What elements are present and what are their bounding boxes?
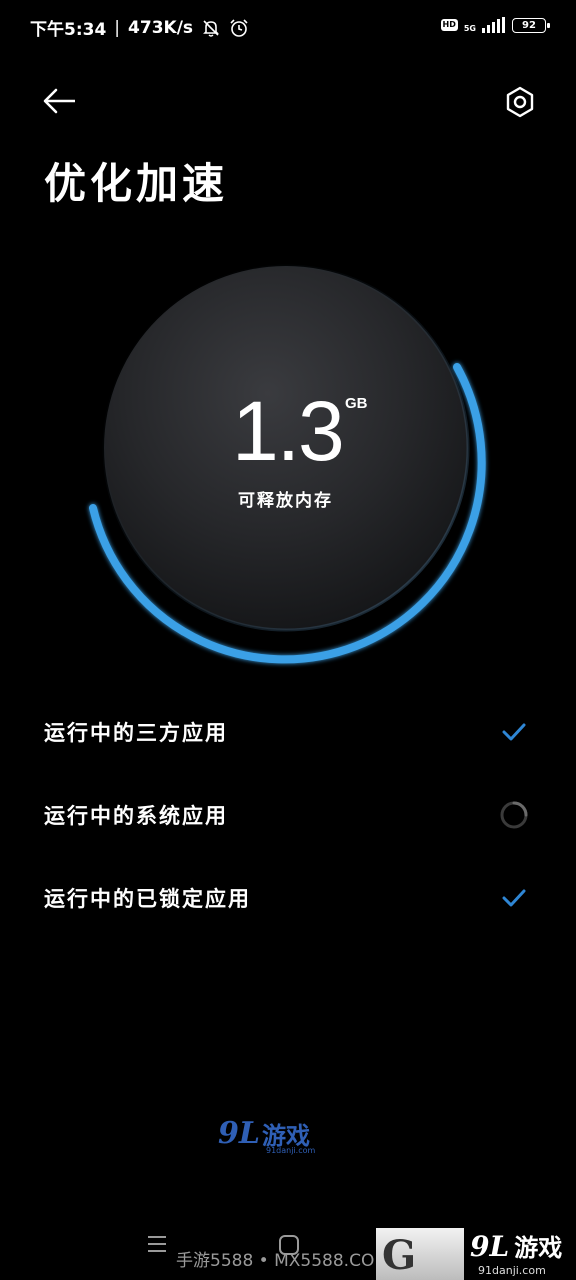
list-item-third-party-apps[interactable]: 运行中的三方应用 — [0, 690, 576, 774]
list-item-system-apps[interactable]: 运行中的系统应用 — [0, 773, 576, 857]
loading-spinner-icon — [496, 797, 532, 833]
battery-icon: 92 — [512, 17, 550, 33]
list-item-label: 运行中的已锁定应用 — [44, 887, 251, 911]
list-item-label: 运行中的三方应用 — [44, 721, 228, 745]
watermark-bottom-text: 手游5588 • MX5588.COM — [176, 1251, 389, 1271]
menu-icon[interactable] — [146, 1234, 168, 1258]
watermark-logo-mid: 9L 游戏 91danji.com — [218, 1116, 315, 1155]
check-icon — [496, 714, 532, 750]
status-separator: | — [114, 17, 121, 38]
gauge-label: 可释放内存 — [238, 491, 333, 511]
watermark-logo-corner: 9L 游戏 91danji.com — [470, 1228, 563, 1277]
alarm-icon — [229, 18, 249, 38]
signal-icon: 5G — [464, 17, 506, 33]
status-bar: 下午5:34 | 473K/s HD 5G 92 — [0, 0, 576, 56]
page-title: 优化加速 — [44, 159, 229, 208]
hd-badge: HD — [440, 19, 458, 31]
status-time: 下午5:34 — [30, 20, 107, 40]
network-type: 5G — [463, 24, 476, 33]
settings-button[interactable] — [500, 82, 540, 122]
gauge-unit: GB — [345, 395, 368, 412]
watermark-logo-sub: 91danji.com — [478, 1264, 546, 1277]
mute-icon — [201, 18, 221, 38]
watermark-logo-num: 9L — [218, 1116, 260, 1151]
watermark-logo-num: 9L — [470, 1230, 510, 1263]
watermark-logo-sub: 91danji.com — [266, 1146, 316, 1155]
status-net-speed: 473K/s — [128, 17, 194, 38]
arrow-left-icon — [43, 88, 75, 114]
back-button[interactable] — [40, 84, 80, 118]
gauge-value: 1.3 — [232, 384, 345, 478]
watermark-box-letter: G — [382, 1232, 417, 1279]
battery-tip — [547, 22, 550, 28]
list-item-locked-apps[interactable]: 运行中的已锁定应用 — [0, 856, 576, 940]
watermark-logo-text: 游戏 — [514, 1234, 563, 1262]
list-item-label: 运行中的系统应用 — [44, 804, 228, 828]
status-left: 下午5:34 | 473K/s — [30, 15, 249, 40]
battery-level: 92 — [522, 19, 536, 31]
gear-icon — [506, 86, 534, 118]
watermark-box: G — [376, 1228, 464, 1280]
check-icon — [496, 880, 532, 916]
status-right: HD 5G 92 — [440, 17, 550, 33]
